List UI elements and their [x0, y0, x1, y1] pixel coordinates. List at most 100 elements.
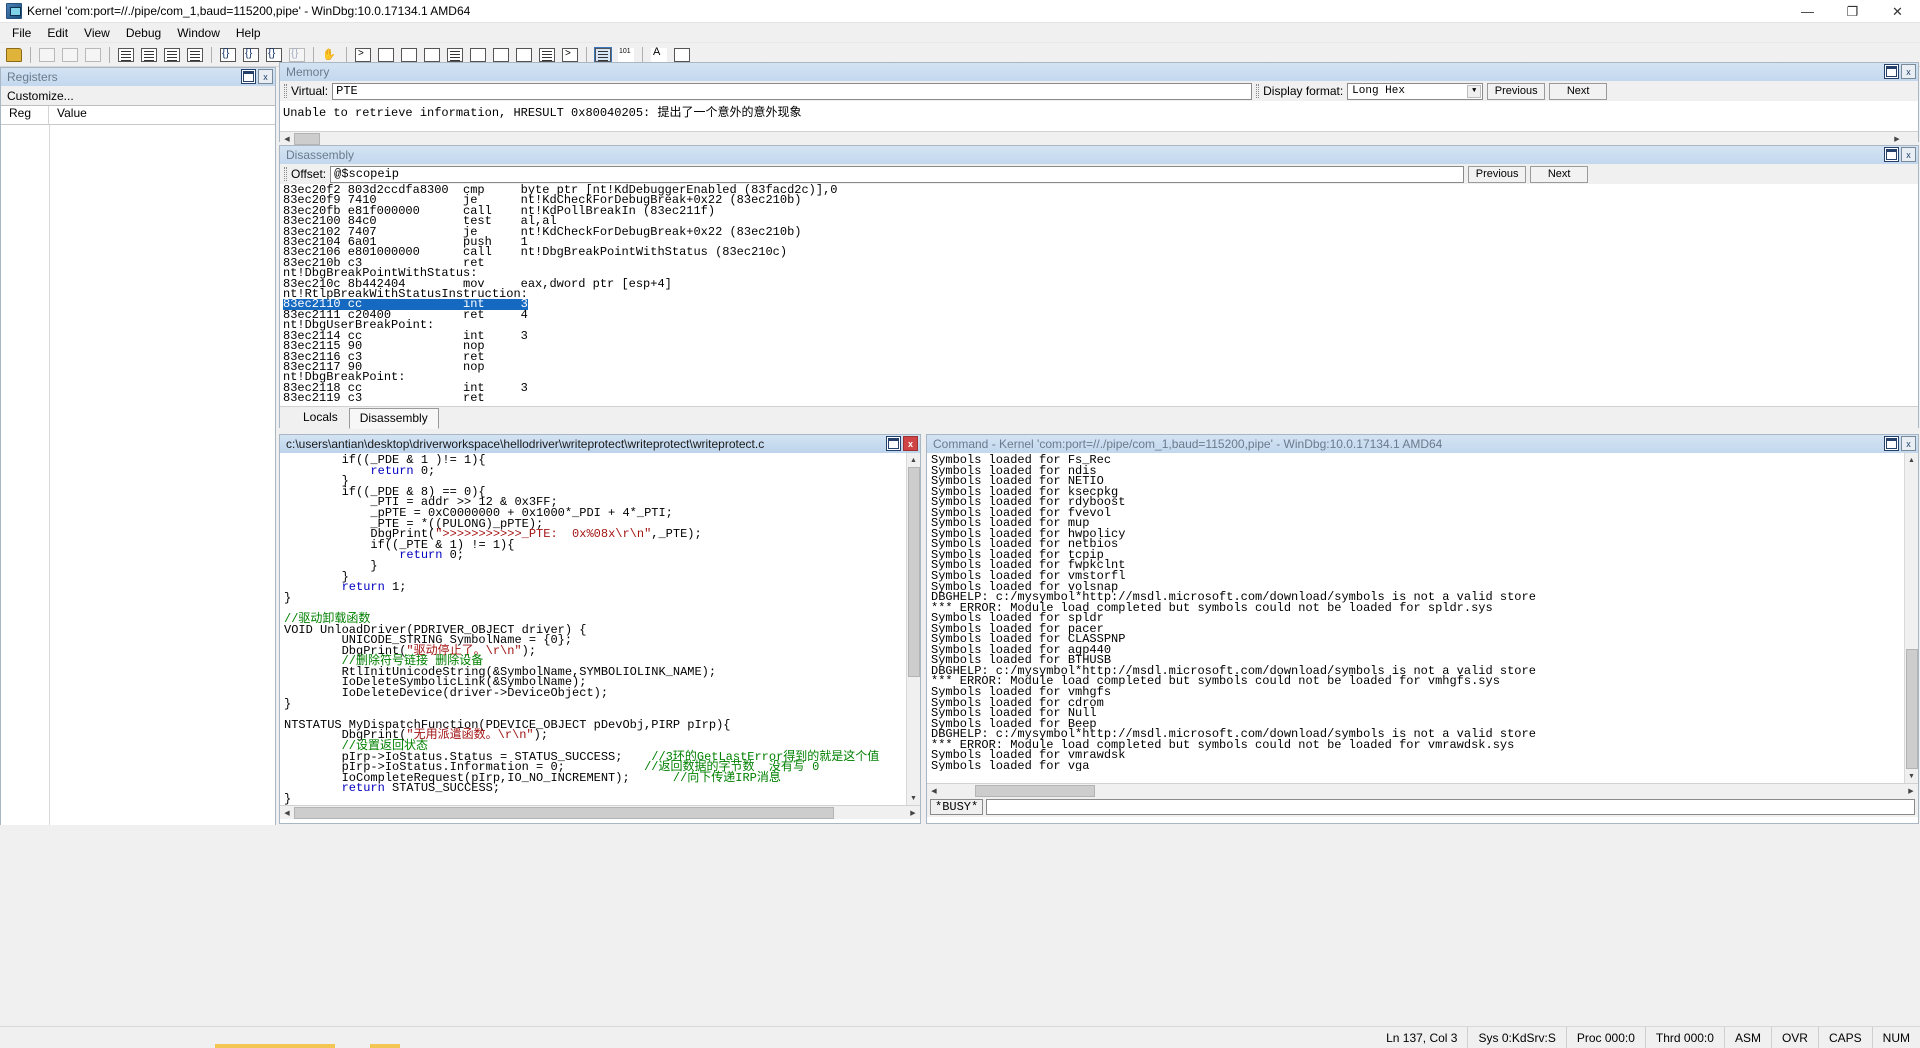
disassembly-line[interactable]: 83ec2106 e801000000 call nt!DbgBreakPoin… — [283, 246, 1918, 258]
registers-caption-buttons: x — [241, 69, 273, 84]
menu-window[interactable]: Window — [169, 24, 228, 42]
command-vscrollbar[interactable]: ▲ ▼ — [1904, 453, 1918, 783]
chevron-down-icon[interactable]: ▼ — [1467, 84, 1482, 98]
disassembly-current-line[interactable]: 83ec2110 cc int 3 — [283, 298, 1918, 311]
disassembly-previous-button[interactable]: Previous — [1468, 165, 1527, 183]
command-hscrollbar[interactable]: ◀ ▶ — [927, 783, 1918, 797]
command-output-text: Symbols loaded for Fs_Rec Symbols loaded … — [927, 453, 1918, 772]
dock-icon[interactable] — [1884, 64, 1899, 79]
source-code-line[interactable]: return STATUS_SUCCESS; — [284, 782, 920, 794]
menu-edit[interactable]: Edit — [39, 24, 76, 42]
close-icon[interactable]: x — [258, 69, 273, 84]
source-editor[interactable]: if((_PDE & 1 )!= 1){ return 0; } if((_PD… — [280, 453, 920, 805]
source-code-line[interactable]: return 1; — [284, 581, 920, 593]
step-over-icon[interactable] — [138, 45, 160, 65]
dock-icon[interactable] — [241, 69, 256, 84]
vscroll-thumb[interactable] — [1905, 649, 1918, 769]
offset-input[interactable]: @$scopeip — [330, 165, 1465, 183]
drag-grip-icon[interactable] — [1256, 84, 1260, 98]
scroll-left-icon[interactable]: ◀ — [280, 132, 294, 145]
registers-rows[interactable] — [1, 125, 275, 825]
close-icon[interactable]: x — [1901, 64, 1916, 79]
scroll-right-icon[interactable]: ▶ — [1904, 784, 1918, 797]
close-button[interactable]: ✕ — [1875, 0, 1920, 23]
memory-previous-button[interactable]: Previous — [1487, 82, 1546, 100]
menu-help[interactable]: Help — [228, 24, 269, 42]
disassembly-line[interactable]: 83ec2102 7407 je nt!KdCheckForDebugBreak… — [283, 225, 1918, 237]
scroll-up-icon[interactable]: ▲ — [907, 453, 921, 467]
source-code-line[interactable]: } — [284, 560, 920, 572]
tab-disassembly[interactable]: Disassembly — [348, 408, 439, 429]
resize-grip-icon[interactable] — [1904, 132, 1918, 145]
scroll-right-icon[interactable]: ▶ — [906, 806, 920, 819]
scroll-down-icon[interactable]: ▼ — [1905, 769, 1919, 783]
source-hscrollbar[interactable]: ◀ ▶ — [280, 805, 920, 819]
display-format-select[interactable]: Long Hex ▼ — [1347, 82, 1484, 100]
source-code-line[interactable]: } — [284, 592, 920, 604]
disassembly-line[interactable]: 83ec210b c3 ret — [283, 257, 1918, 269]
windbg-app-icon — [6, 3, 22, 19]
stop-debug-icon[interactable] — [161, 45, 183, 65]
tab-locals[interactable]: Locals — [292, 407, 349, 428]
hscroll-thumb[interactable] — [975, 784, 1095, 797]
registers-customize-link[interactable]: Customize... — [1, 86, 275, 106]
scroll-left-icon[interactable]: ◀ — [927, 784, 941, 797]
hscroll-thumb[interactable] — [294, 132, 320, 145]
command-input[interactable] — [986, 799, 1915, 815]
disassembly-line[interactable]: nt!DbgBreakPoint: — [283, 371, 1918, 383]
open-file-icon[interactable] — [3, 45, 25, 65]
close-icon[interactable]: x — [1901, 436, 1916, 451]
disassembly-line[interactable]: 83ec2115 90 nop — [283, 340, 1918, 352]
scroll-down-icon[interactable]: ▼ — [907, 791, 921, 805]
maximize-button[interactable]: ❐ — [1830, 0, 1875, 23]
menu-view[interactable]: View — [76, 24, 118, 42]
source-code-line[interactable]: IoDeleteDevice(driver->DeviceObject); — [284, 687, 920, 699]
source-vscrollbar[interactable]: ▲ ▼ — [906, 453, 920, 805]
disassembly-line[interactable]: nt!DbgUserBreakPoint: — [283, 319, 1918, 331]
drag-grip-icon[interactable] — [284, 167, 287, 181]
command-output[interactable]: Symbols loaded for Fs_Rec Symbols loaded … — [927, 453, 1918, 783]
vscroll-thumb[interactable] — [907, 467, 920, 677]
virtual-address-input[interactable]: PTE — [332, 82, 1253, 100]
close-icon[interactable]: x — [1901, 147, 1916, 162]
scroll-up-icon[interactable]: ▲ — [1905, 453, 1919, 467]
scroll-right-icon[interactable]: ▶ — [1890, 132, 1904, 145]
disassembly-line[interactable]: 83ec210c 8b442404 mov eax,dword ptr [esp… — [283, 277, 1918, 289]
dock-icon[interactable] — [1884, 436, 1899, 451]
disassembly-line[interactable]: 83ec2118 cc int 3 — [283, 381, 1918, 393]
memory-hscrollbar[interactable]: ◀ ▶ — [280, 131, 1918, 145]
status-ovr: OVR — [1770, 1026, 1818, 1048]
disassembly-pane: Disassembly x Offset: @$scopeip Previous… — [279, 145, 1919, 429]
step-out-icon[interactable] — [240, 45, 262, 65]
status-proc: Proc 000:0 — [1565, 1026, 1645, 1048]
hscroll-thumb[interactable] — [294, 806, 834, 819]
source-code-line[interactable]: } — [284, 793, 920, 805]
source-code-line[interactable]: } — [284, 698, 920, 710]
memory-next-button[interactable]: Next — [1549, 82, 1608, 100]
menu-file[interactable]: File — [4, 24, 39, 42]
source-code-text[interactable]: if((_PDE & 1 )!= 1){ return 0; } if((_PD… — [280, 453, 920, 805]
source-code-line[interactable]: return 0; — [284, 549, 920, 561]
disassembly-next-button[interactable]: Next — [1530, 165, 1589, 183]
dock-icon[interactable] — [886, 436, 901, 451]
run-icon[interactable] — [217, 45, 239, 65]
scroll-left-icon[interactable]: ◀ — [280, 806, 294, 819]
minimize-button[interactable]: — — [1785, 0, 1830, 23]
disassembly-line[interactable]: 83ec2114 cc int 3 — [283, 329, 1918, 341]
disassembly-line[interactable]: 83ec2117 90 nop — [283, 361, 1918, 373]
cut-icon[interactable] — [36, 45, 58, 65]
source-code-line[interactable] — [284, 603, 920, 614]
copy-icon[interactable] — [59, 45, 81, 65]
step-into-icon[interactable] — [115, 45, 137, 65]
break-icon[interactable] — [184, 45, 206, 65]
drag-grip-icon[interactable] — [284, 84, 287, 98]
paste-icon[interactable] — [82, 45, 104, 65]
close-icon[interactable]: x — [903, 436, 918, 451]
disassembly-line[interactable]: 83ec2119 c3 ret — [283, 392, 1918, 404]
dock-icon[interactable] — [1884, 147, 1899, 162]
disassembly-line[interactable]: 83ec2111 c20400 ret 4 — [283, 309, 1918, 321]
source-code-line[interactable]: return 0; — [284, 465, 920, 477]
menu-debug[interactable]: Debug — [118, 24, 169, 42]
disassembly-listing[interactable]: 83ec20f2 803d2ccdfa8300 cmp byte ptr [nt… — [280, 184, 1918, 406]
disassembly-line[interactable]: 83ec2116 c3 ret — [283, 350, 1918, 362]
